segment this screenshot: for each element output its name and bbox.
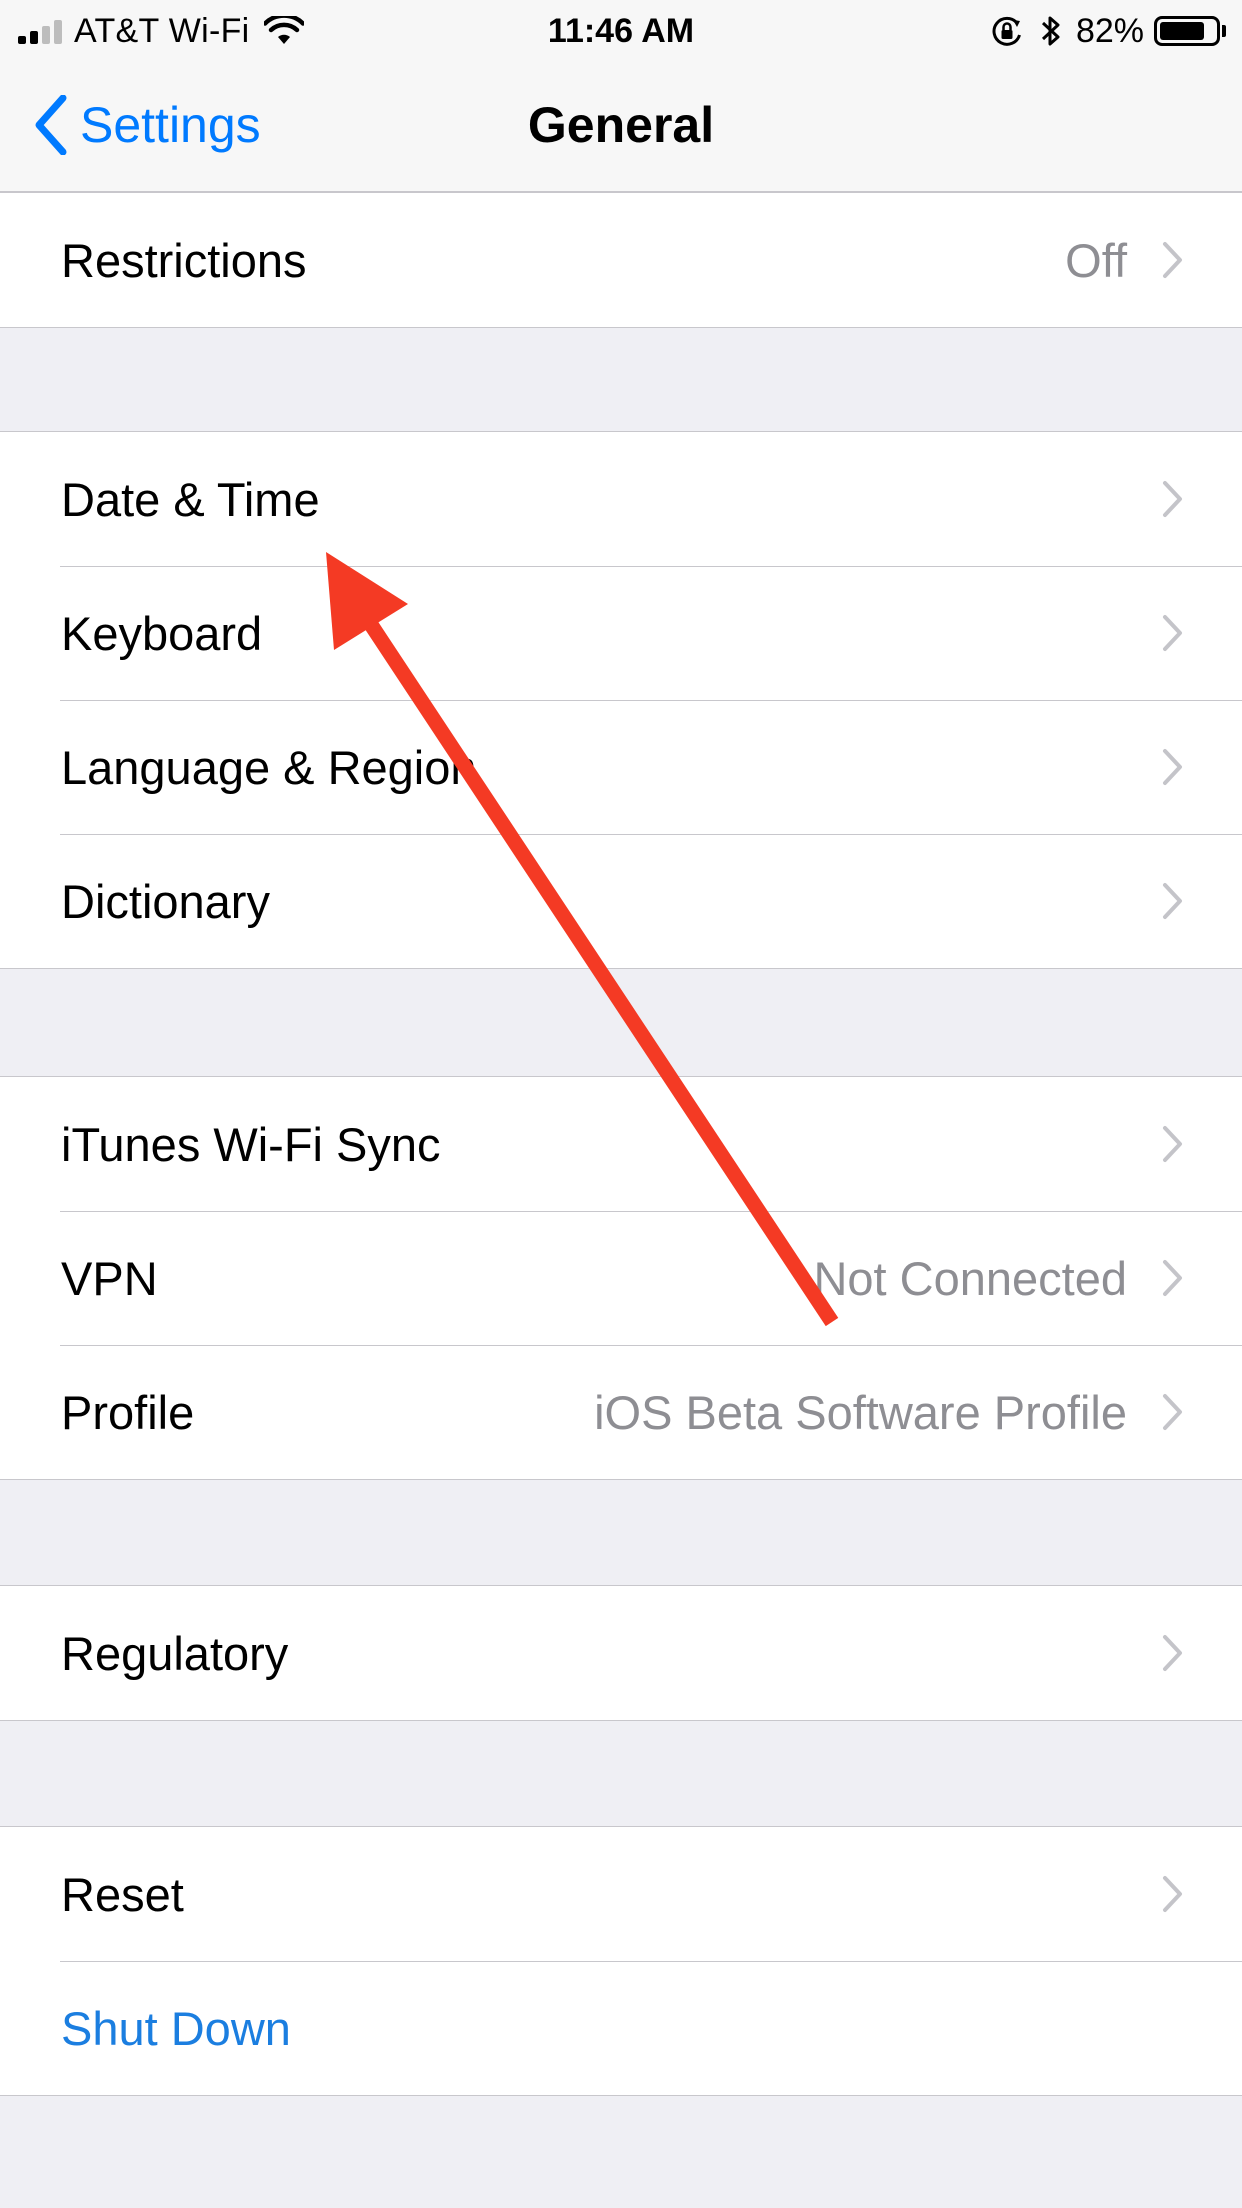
vpn-row[interactable]: VPN Not Connected [0,1211,1242,1345]
orientation-lock-icon [992,16,1021,46]
chevron-right-icon [1163,1394,1182,1430]
navigation-bar: Settings General [0,60,1242,192]
keyboard-row[interactable]: Keyboard [0,566,1242,700]
chevron-right-icon [1163,481,1182,517]
chevron-right-icon [1163,749,1182,785]
battery-level-fill [1160,22,1204,40]
chevron-right-icon [1163,242,1182,278]
chevron-right-icon [1163,1635,1182,1671]
date-time-row[interactable]: Date & Time [0,432,1242,566]
settings-group-regulatory: Regulatory [0,1585,1242,1721]
battery-icon [1154,16,1220,46]
bluetooth-icon [1041,16,1060,46]
row-label: VPN [61,1251,158,1305]
chevron-right-icon [1163,1260,1182,1296]
row-label: Restrictions [61,233,307,287]
row-label: Profile [61,1385,195,1439]
settings-group-reset: Reset Shut Down [0,1826,1242,2096]
page-title: General [527,97,715,153]
row-label: Date & Time [61,472,320,526]
status-right: 82% [990,8,1226,54]
settings-group-restrictions: Restrictions Off [0,192,1242,328]
itunes-wifi-sync-row[interactable]: iTunes Wi-Fi Sync [0,1077,1242,1211]
row-label: Language & Region [61,740,477,794]
row-label: Regulatory [61,1626,289,1680]
battery-nub [1222,25,1226,37]
restrictions-row[interactable]: Restrictions Off [0,193,1242,327]
reset-row[interactable]: Reset [0,1827,1242,1961]
row-label: Keyboard [61,606,263,660]
settings-group-locale: Date & Time Keyboard Language & Region D… [0,431,1242,969]
row-value: Not Connected [813,1251,1127,1305]
row-value: Off [1065,233,1127,287]
shut-down-label: Shut Down [61,2001,291,2055]
chevron-right-icon [1163,615,1182,651]
status-bar: AT&T Wi-Fi 11:46 AM 82% [0,0,1242,60]
dictionary-row[interactable]: Dictionary [0,834,1242,968]
chevron-right-icon [1163,1126,1182,1162]
row-value: iOS Beta Software Profile [594,1385,1127,1439]
row-label: Reset [61,1867,184,1921]
battery-percentage: 82% [1075,11,1144,50]
language-region-row[interactable]: Language & Region [0,700,1242,834]
chevron-right-icon [1163,883,1182,919]
chevron-right-icon [1163,1876,1182,1912]
settings-group-network: iTunes Wi-Fi Sync VPN Not Connected Prof… [0,1076,1242,1480]
row-label: iTunes Wi-Fi Sync [61,1117,441,1171]
regulatory-row[interactable]: Regulatory [0,1586,1242,1720]
shut-down-button[interactable]: Shut Down [0,1961,1242,2095]
row-label: Dictionary [61,874,270,928]
profile-row[interactable]: Profile iOS Beta Software Profile [0,1345,1242,1479]
